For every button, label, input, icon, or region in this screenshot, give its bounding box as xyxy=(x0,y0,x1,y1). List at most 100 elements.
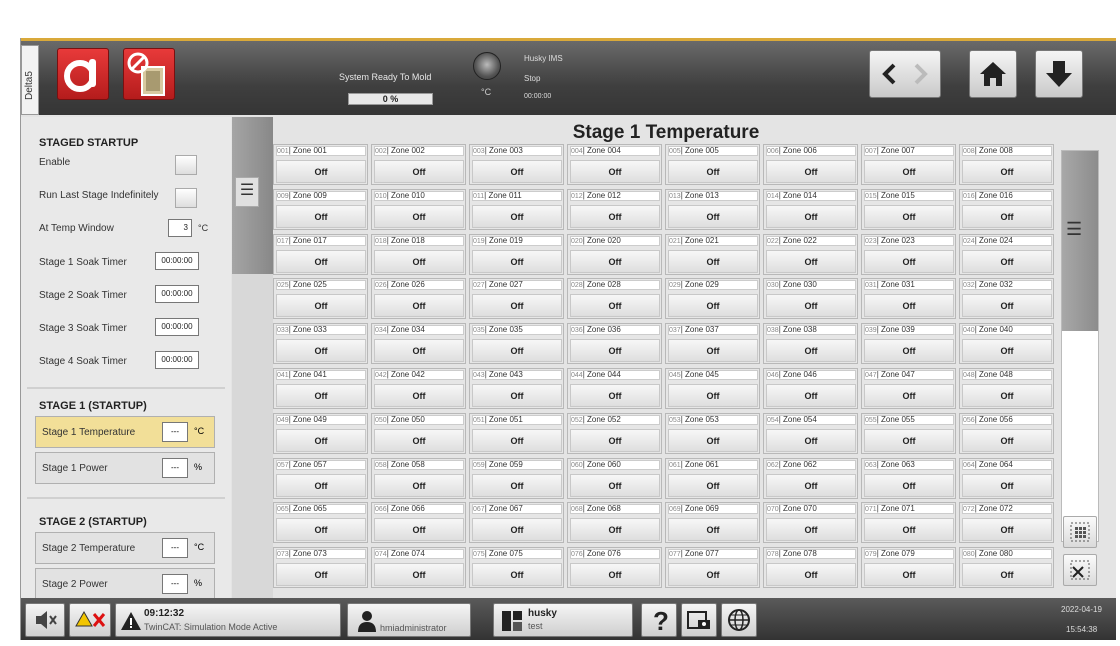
zone-cell[interactable]: 025| Zone 025 Off xyxy=(273,278,368,320)
panel-splitter[interactable]: ☰ xyxy=(232,117,273,602)
zone-value[interactable]: Off xyxy=(962,428,1052,452)
zone-cell[interactable]: 037| Zone 037 Off xyxy=(665,323,760,365)
zone-value[interactable]: Off xyxy=(766,563,856,587)
zone-cell[interactable]: 041| Zone 041 Off xyxy=(273,368,368,409)
zone-value[interactable]: Off xyxy=(276,160,366,183)
zone-cell[interactable]: 059| Zone 059 Off xyxy=(469,457,564,499)
zone-cell[interactable]: 069| Zone 069 Off xyxy=(665,502,760,544)
zone-value[interactable]: Off xyxy=(864,428,954,452)
zone-value[interactable]: Off xyxy=(374,339,464,363)
zone-cell[interactable]: 012| Zone 012 Off xyxy=(567,188,662,230)
zone-cell[interactable]: 051| Zone 051 Off xyxy=(469,412,564,454)
alarm-banner[interactable]: 09:12:32 TwinCAT: Simulation Mode Active xyxy=(115,603,341,637)
zone-cell[interactable]: 033| Zone 033 Off xyxy=(273,323,368,365)
zone-cell[interactable]: 010| Zone 010 Off xyxy=(371,188,466,230)
stage1-temperature-input[interactable]: --- xyxy=(162,422,188,442)
alarm-reset-button[interactable] xyxy=(69,603,111,637)
stage2-power-input[interactable]: --- xyxy=(162,574,188,594)
zone-value[interactable]: Off xyxy=(570,339,660,363)
zone-value[interactable]: Off xyxy=(668,294,758,318)
zone-value[interactable]: Off xyxy=(276,428,366,452)
zone-cell[interactable]: 035| Zone 035 Off xyxy=(469,323,564,365)
zone-value[interactable]: Off xyxy=(668,339,758,363)
zone-cell[interactable]: 008| Zone 008 Off xyxy=(959,144,1054,185)
grid-scrollbar[interactable] xyxy=(1061,150,1099,542)
zone-cell[interactable]: 006| Zone 006 Off xyxy=(763,144,858,185)
zone-cell[interactable]: 045| Zone 045 Off xyxy=(665,368,760,409)
user-button[interactable]: hmiadministrator xyxy=(347,603,471,637)
side-tab[interactable]: Delta5 xyxy=(21,45,39,115)
zone-value[interactable]: Off xyxy=(962,249,1052,273)
zone-cell[interactable]: 066| Zone 066 Off xyxy=(371,502,466,544)
zone-value[interactable]: Off xyxy=(570,518,660,542)
zone-value[interactable]: Off xyxy=(668,249,758,273)
chevron-left-icon[interactable] xyxy=(875,59,905,89)
zone-cell[interactable]: 047| Zone 047 Off xyxy=(861,368,956,409)
zone-value[interactable]: Off xyxy=(864,563,954,587)
zone-value[interactable]: Off xyxy=(668,473,758,497)
zone-cell[interactable]: 013| Zone 013 Off xyxy=(665,188,760,230)
zone-value[interactable]: Off xyxy=(570,294,660,318)
zone-cell[interactable]: 022| Zone 022 Off xyxy=(763,233,858,275)
zone-value[interactable]: Off xyxy=(864,384,954,407)
zone-cell[interactable]: 056| Zone 056 Off xyxy=(959,412,1054,454)
zone-cell[interactable]: 009| Zone 009 Off xyxy=(273,188,368,230)
zone-value[interactable]: Off xyxy=(276,294,366,318)
grid-scrollbar-thumb[interactable] xyxy=(1062,151,1098,331)
zone-cell[interactable]: 071| Zone 071 Off xyxy=(861,502,956,544)
zone-value[interactable]: Off xyxy=(276,518,366,542)
zone-value[interactable]: Off xyxy=(570,204,660,228)
zone-cell[interactable]: 031| Zone 031 Off xyxy=(861,278,956,320)
zone-cell[interactable]: 049| Zone 049 Off xyxy=(273,412,368,454)
zone-cell[interactable]: 032| Zone 032 Off xyxy=(959,278,1054,320)
zone-cell[interactable]: 018| Zone 018 Off xyxy=(371,233,466,275)
zone-cell[interactable]: 072| Zone 072 Off xyxy=(959,502,1054,544)
stage2-temperature-input[interactable]: --- xyxy=(162,538,188,558)
zone-value[interactable]: Off xyxy=(374,518,464,542)
zone-cell[interactable]: 034| Zone 034 Off xyxy=(371,323,466,365)
zone-cell[interactable]: 063| Zone 063 Off xyxy=(861,457,956,499)
zone-value[interactable]: Off xyxy=(472,384,562,407)
zone-cell[interactable]: 075| Zone 075 Off xyxy=(469,547,564,589)
zone-cell[interactable]: 043| Zone 043 Off xyxy=(469,368,564,409)
zone-value[interactable]: Off xyxy=(962,294,1052,318)
zone-value[interactable]: Off xyxy=(570,384,660,407)
zone-value[interactable]: Off xyxy=(668,204,758,228)
zone-value[interactable]: Off xyxy=(766,384,856,407)
zone-value[interactable]: Off xyxy=(276,563,366,587)
download-button[interactable] xyxy=(1035,50,1083,98)
zone-cell[interactable]: 057| Zone 057 Off xyxy=(273,457,368,499)
zone-cell[interactable]: 005| Zone 005 Off xyxy=(665,144,760,185)
zone-cell[interactable]: 002| Zone 002 Off xyxy=(371,144,466,185)
zone-cell[interactable]: 016| Zone 016 Off xyxy=(959,188,1054,230)
chevron-right-icon[interactable] xyxy=(905,59,935,89)
zone-value[interactable]: Off xyxy=(962,339,1052,363)
zone-value[interactable]: Off xyxy=(570,563,660,587)
zone-cell[interactable]: 064| Zone 064 Off xyxy=(959,457,1054,499)
zone-cell[interactable]: 061| Zone 061 Off xyxy=(665,457,760,499)
at-temp-window-input[interactable]: 3 xyxy=(168,219,192,237)
stage1-power-row[interactable]: Stage 1 Power --- % xyxy=(35,452,215,484)
zone-value[interactable]: Off xyxy=(962,384,1052,407)
zone-cell[interactable]: 042| Zone 042 Off xyxy=(371,368,466,409)
zone-value[interactable]: Off xyxy=(962,473,1052,497)
zone-cell[interactable]: 050| Zone 050 Off xyxy=(371,412,466,454)
zone-cell[interactable]: 062| Zone 062 Off xyxy=(763,457,858,499)
zone-cell[interactable]: 007| Zone 007 Off xyxy=(861,144,956,185)
zone-cell[interactable]: 078| Zone 078 Off xyxy=(763,547,858,589)
zone-value[interactable]: Off xyxy=(472,249,562,273)
zone-cell[interactable]: 058| Zone 058 Off xyxy=(371,457,466,499)
enable-checkbox[interactable] xyxy=(175,155,197,175)
zone-value[interactable]: Off xyxy=(668,428,758,452)
zone-cell[interactable]: 073| Zone 073 Off xyxy=(273,547,368,589)
zone-value[interactable]: Off xyxy=(276,339,366,363)
zone-cell[interactable]: 074| Zone 074 Off xyxy=(371,547,466,589)
stage2-temperature-row[interactable]: Stage 2 Temperature --- °C xyxy=(35,532,215,564)
zone-value[interactable]: Off xyxy=(864,473,954,497)
stage1-soak-input[interactable]: 00:00:00 xyxy=(155,252,199,270)
zone-cell[interactable]: 026| Zone 026 Off xyxy=(371,278,466,320)
help-button[interactable]: ? xyxy=(641,603,677,637)
stage2-soak-input[interactable]: 00:00:00 xyxy=(155,285,199,303)
zone-value[interactable]: Off xyxy=(766,518,856,542)
zone-cell[interactable]: 080| Zone 080 Off xyxy=(959,547,1054,589)
